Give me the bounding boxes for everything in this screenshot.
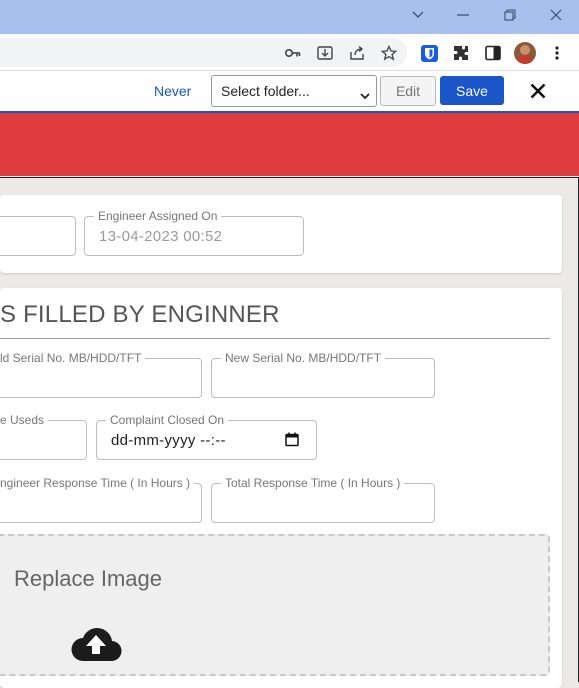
header-banner — [0, 113, 579, 176]
tab-search-chevron-icon[interactable] — [395, 0, 441, 30]
edit-button[interactable]: Edit — [380, 76, 436, 106]
image-dropzone[interactable]: Replace Image — [0, 534, 550, 676]
previous-field[interactable] — [0, 216, 76, 256]
cloud-upload-icon[interactable] — [70, 626, 122, 667]
folder-select[interactable]: Select folder... — [211, 75, 377, 107]
old-serial-label: ld Serial No. MB/HDD/TFT — [0, 351, 146, 365]
assignment-card: 13-04-2023 00:52 Engineer Assigned On — [0, 195, 562, 273]
parts-used-label: e Useds — [0, 413, 49, 427]
save-button[interactable]: Save — [440, 76, 504, 105]
minimize-window-icon[interactable] — [440, 0, 486, 30]
section-divider — [0, 338, 550, 339]
complaint-closed-label: Complaint Closed On — [106, 413, 229, 427]
replace-image-label: Replace Image — [14, 566, 162, 591]
restore-window-icon[interactable] — [487, 0, 533, 30]
complaint-closed-value: dd-mm-yyyy --:-- — [111, 432, 226, 449]
section-title: S FILLED BY ENGINNER — [0, 301, 280, 328]
close-window-icon[interactable] — [533, 0, 579, 30]
share-icon[interactable] — [346, 42, 368, 64]
close-icon[interactable] — [525, 78, 551, 104]
new-serial-label: New Serial No. MB/HDD/TFT — [221, 351, 386, 365]
engineer-section-card: S FILLED BY ENGINNER ld Serial No. MB/HD… — [0, 288, 562, 688]
profile-avatar[interactable] — [514, 42, 536, 64]
chevron-down-icon — [360, 87, 370, 103]
folder-select-value: Select folder... — [221, 83, 310, 99]
install-icon[interactable] — [314, 42, 336, 64]
key-icon[interactable] — [282, 42, 304, 64]
engineer-assigned-label: Engineer Assigned On — [94, 209, 222, 223]
bitwarden-icon[interactable] — [418, 42, 440, 64]
menu-icon[interactable] — [546, 42, 568, 64]
extensions-icon[interactable] — [450, 42, 472, 64]
star-icon[interactable] — [378, 42, 400, 64]
calendar-icon[interactable] — [285, 432, 299, 452]
total-response-label: Total Response Time ( In Hours ) — [221, 476, 405, 490]
engineer-response-label: ngineer Response Time ( In Hours ) — [0, 476, 195, 490]
form-dialog: 13-04-2023 00:52 Engineer Assigned On S … — [0, 177, 579, 688]
browser-toolbar — [0, 34, 579, 71]
never-link[interactable]: Never — [154, 83, 191, 99]
sidepanel-icon[interactable] — [482, 42, 504, 64]
engineer-assigned-value: 13-04-2023 00:52 — [99, 228, 223, 245]
